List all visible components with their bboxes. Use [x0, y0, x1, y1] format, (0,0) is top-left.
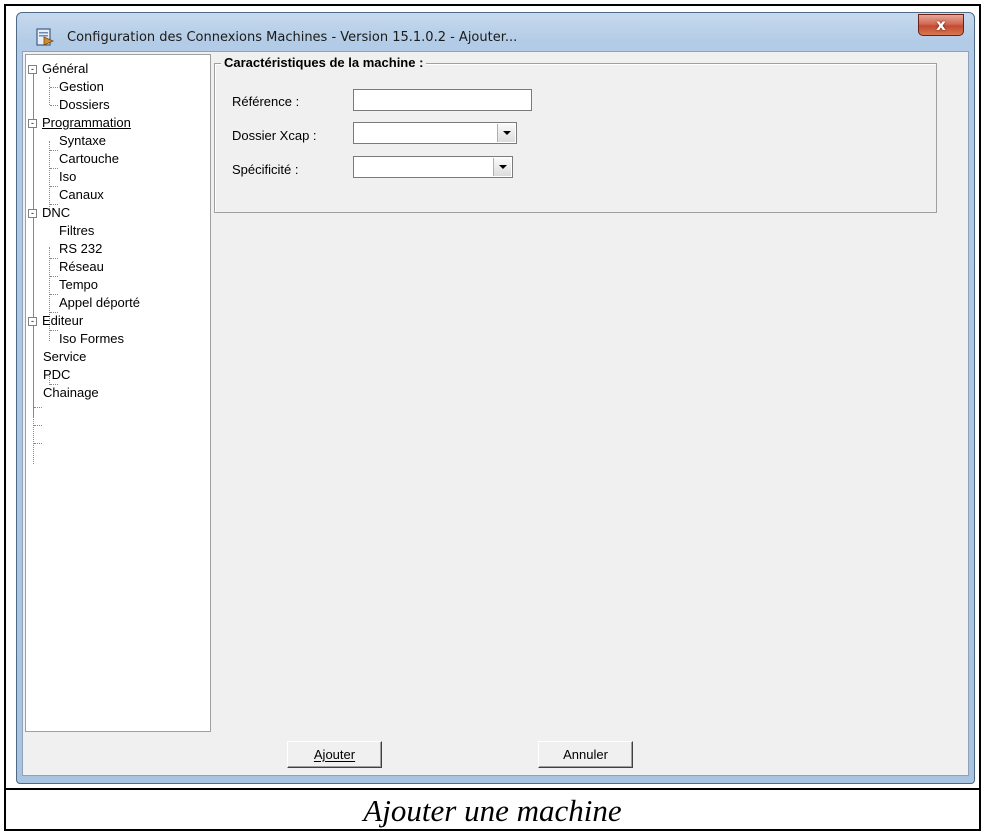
tree-item-gestion[interactable]: Gestion — [59, 78, 104, 96]
window-title: Configuration des Connexions Machines - … — [67, 30, 518, 45]
tree-item-cartouche[interactable]: Cartouche — [59, 150, 119, 168]
tree-branch — [34, 443, 42, 444]
tree-item-label: DNC — [42, 205, 71, 220]
tree-item-label: RS 232 — [59, 241, 103, 256]
tree-item-label: Gestion — [59, 79, 104, 94]
tree-item-chainage[interactable]: Chainage — [43, 384, 99, 402]
tree-item-label: Cartouche — [59, 151, 119, 166]
tree-item-dnc[interactable]: - DNC — [28, 204, 70, 222]
tree-item-service[interactable]: Service — [43, 348, 86, 366]
specificite-select[interactable] — [353, 156, 513, 178]
collapse-icon[interactable]: - — [28, 119, 37, 128]
tree-item-label: Service — [43, 349, 87, 364]
collapse-icon[interactable]: - — [28, 65, 37, 74]
tree-item-reseau[interactable]: Réseau — [59, 258, 104, 276]
tree-branch — [50, 294, 58, 295]
navigation-tree[interactable]: - Général Gestion Dossiers - Programmati… — [25, 54, 211, 732]
client-area: - Général Gestion Dossiers - Programmati… — [22, 51, 969, 776]
dossier-xcap-select[interactable] — [353, 122, 517, 144]
collapse-icon[interactable]: - — [28, 317, 37, 326]
reference-label: Référence : — [232, 94, 300, 109]
tree-item-rs232[interactable]: RS 232 — [59, 240, 102, 258]
reference-input[interactable] — [353, 89, 532, 111]
machine-characteristics-group: Caractéristiques de la machine : Référen… — [214, 55, 937, 213]
dialog-window: Configuration des Connexions Machines - … — [16, 12, 975, 784]
add-button-label: Ajouter — [313, 747, 356, 762]
tree-item-editeur[interactable]: - Editeur — [28, 312, 83, 330]
tree-item-label: Appel déporté — [59, 295, 140, 310]
tree-branch — [34, 425, 42, 426]
cancel-button-label: Annuler — [563, 747, 608, 762]
dropdown-button[interactable] — [493, 158, 511, 176]
tree-item-label: Programmation — [42, 115, 131, 130]
tree-item-label: Syntaxe — [59, 133, 106, 148]
add-button[interactable]: Ajouter — [287, 741, 382, 768]
tree-item-canaux[interactable]: Canaux — [59, 186, 104, 204]
specificite-label: Spécificité : — [232, 162, 299, 177]
tree-item-label: Iso — [59, 169, 77, 184]
tree-item-label: Dossiers — [59, 97, 110, 112]
tree-branch — [50, 150, 58, 151]
tree-item-filtres[interactable]: Filtres — [59, 222, 94, 240]
tree-item-syntaxe[interactable]: Syntaxe — [59, 132, 106, 150]
dossier-xcap-label: Dossier Xcap : — [232, 128, 317, 143]
cancel-button[interactable]: Annuler — [538, 741, 633, 768]
tree-item-iso[interactable]: Iso — [59, 168, 76, 186]
tree-item-pdc[interactable]: PDC — [43, 366, 70, 384]
tree-item-label: Canaux — [59, 187, 104, 202]
tree-item-appel-deporte[interactable]: Appel déporté — [59, 294, 140, 312]
dropdown-button[interactable] — [497, 124, 515, 142]
tree-branch — [50, 276, 58, 277]
tree-branch — [50, 186, 58, 187]
collapse-icon[interactable]: - — [28, 209, 37, 218]
tree-branch — [50, 258, 58, 259]
tree-item-label: Général — [42, 61, 89, 76]
tree-item-label: Editeur — [42, 313, 84, 328]
tree-branch — [50, 168, 58, 169]
tree-connector — [49, 141, 50, 213]
tree-item-label: Tempo — [59, 277, 99, 292]
figure-caption: Ajouter une machine — [363, 792, 622, 828]
tree-item-label: Réseau — [59, 259, 104, 274]
tree-connector — [49, 77, 50, 105]
app-icon — [36, 28, 54, 46]
tree-item-label: Iso Formes — [59, 331, 125, 346]
chevron-down-icon — [502, 131, 511, 135]
tree-item-label: Chainage — [43, 385, 99, 400]
tree-branch — [50, 105, 58, 106]
close-button[interactable]: x — [918, 14, 964, 36]
group-title: Caractéristiques de la machine : — [221, 55, 427, 70]
tree-item-label: PDC — [43, 367, 71, 382]
tree-item-iso-formes[interactable]: Iso Formes — [59, 330, 124, 348]
button-bar: Ajouter Annuler — [23, 733, 968, 775]
tree-item-general[interactable]: - Général — [28, 60, 88, 78]
close-icon: x — [936, 16, 946, 34]
tree-item-tempo[interactable]: Tempo — [59, 276, 98, 294]
chevron-down-icon — [498, 165, 507, 169]
tree-item-dossiers[interactable]: Dossiers — [59, 96, 110, 114]
tree-branch — [34, 407, 42, 408]
title-bar[interactable]: Configuration des Connexions Machines - … — [17, 13, 974, 49]
tree-branch — [50, 87, 58, 88]
tree-item-label: Filtres — [59, 223, 95, 238]
tree-item-programmation[interactable]: - Programmation — [28, 114, 131, 132]
tree-branch — [50, 330, 58, 331]
